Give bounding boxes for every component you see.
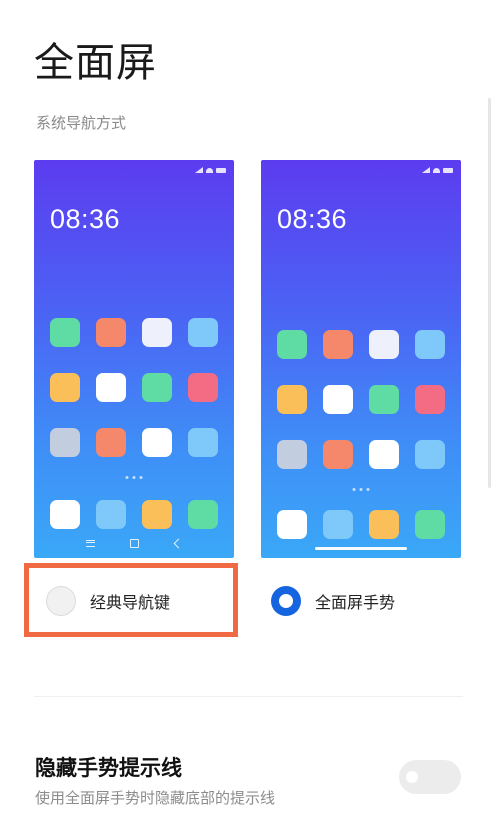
app-icon	[369, 330, 399, 359]
gesture-navigation-preview[interactable]: 08:36	[261, 160, 461, 558]
toggle-knob	[406, 771, 418, 783]
menu-key-icon	[85, 539, 95, 547]
navigation-keys	[34, 534, 234, 552]
app-icon	[50, 428, 80, 457]
signal-icon	[422, 167, 430, 173]
preview-clock: 08:36	[50, 204, 121, 234]
app-icon	[323, 440, 353, 469]
app-icon	[188, 428, 218, 457]
app-icon	[188, 318, 218, 347]
app-icon	[50, 500, 80, 529]
app-icon	[50, 318, 80, 347]
app-icon	[96, 318, 126, 347]
hide-gesture-line-title: 隐藏手势提示线	[35, 756, 182, 780]
option-classic-label: 经典导航键	[90, 593, 171, 612]
back-key-icon	[173, 538, 184, 548]
app-icon	[415, 440, 445, 469]
section-label: 系统导航方式	[36, 114, 127, 132]
page-title: 全面屏	[34, 40, 157, 86]
app-icon	[323, 510, 353, 539]
app-icon	[96, 500, 126, 529]
gesture-hint-line	[315, 547, 407, 550]
app-icon	[323, 385, 353, 414]
app-icon	[142, 318, 172, 347]
app-icon	[369, 385, 399, 414]
page-indicator	[125, 476, 143, 479]
battery-icon	[216, 167, 226, 173]
app-icon	[142, 500, 172, 529]
app-icon	[415, 385, 445, 414]
app-icon	[369, 440, 399, 469]
preview-clock: 08:36	[277, 204, 348, 234]
home-key-icon	[130, 538, 140, 548]
option-gesture-label: 全面屏手势	[315, 593, 396, 612]
app-icon	[96, 373, 126, 402]
app-icon	[323, 330, 353, 359]
radio-button-classic[interactable]	[46, 586, 76, 616]
app-icon	[277, 440, 307, 469]
page-indicator	[352, 488, 370, 491]
app-icon	[369, 510, 399, 539]
radio-button-gesture[interactable]	[271, 586, 301, 616]
option-gesture-navigation[interactable]: 全面屏手势	[271, 586, 395, 616]
app-icon	[96, 428, 126, 457]
divider	[34, 696, 463, 697]
status-bar-icons	[195, 167, 226, 173]
wifi-icon	[206, 167, 213, 173]
signal-icon	[195, 167, 203, 173]
battery-icon	[443, 167, 453, 173]
app-icon	[277, 510, 307, 539]
option-classic-navigation[interactable]: 经典导航键	[46, 586, 170, 616]
app-icon	[50, 373, 80, 402]
app-icon	[142, 373, 172, 402]
app-icon	[188, 500, 218, 529]
scrollbar[interactable]	[488, 98, 491, 488]
app-icon	[188, 373, 218, 402]
status-bar-icons	[422, 167, 453, 173]
hide-gesture-line-toggle[interactable]	[399, 760, 461, 794]
hide-gesture-line-subtitle: 使用全面屏手势时隐藏底部的提示线	[35, 789, 276, 807]
app-icon	[277, 330, 307, 359]
app-icon	[415, 330, 445, 359]
wifi-icon	[433, 167, 440, 173]
app-icon	[415, 510, 445, 539]
classic-navigation-preview[interactable]: 08:36	[34, 160, 234, 558]
app-icon	[277, 385, 307, 414]
app-icon	[142, 428, 172, 457]
